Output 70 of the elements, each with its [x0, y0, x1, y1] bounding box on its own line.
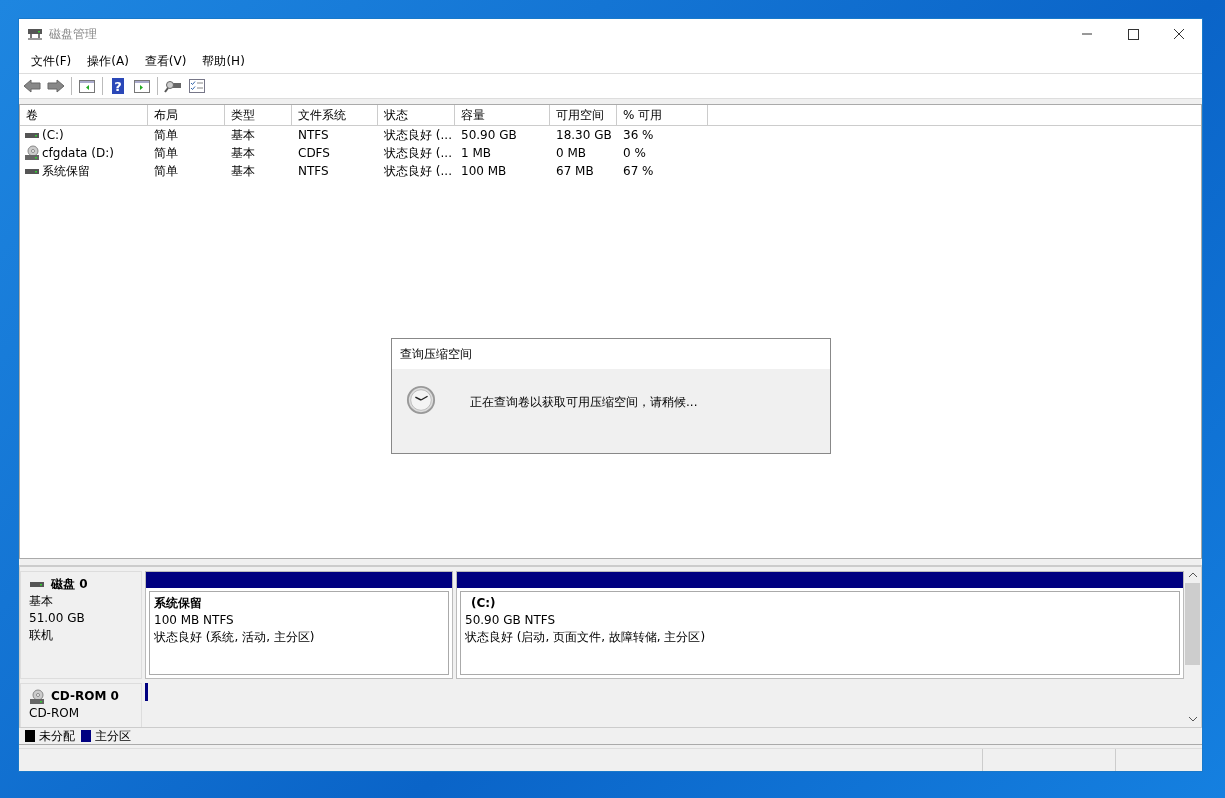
volume-name[interactable]: (C:) — [42, 128, 64, 142]
menu-item[interactable]: 文件(F) — [23, 50, 80, 72]
partition-status: 状态良好 (启动, 页面文件, 故障转储, 主分区) — [465, 629, 707, 646]
table-cell: 简单 — [154, 126, 178, 144]
menu-item[interactable]: 查看(V) — [136, 50, 195, 72]
partition-name: (C:) — [470, 595, 497, 612]
connect-icon[interactable] — [164, 78, 182, 94]
column-header[interactable]: 容量 — [455, 105, 550, 125]
column-header[interactable]: 布局 — [148, 105, 225, 125]
column-header[interactable]: 状态 — [378, 105, 455, 125]
legend-label: 主分区 — [95, 727, 131, 745]
drive-icon — [25, 132, 39, 138]
volume-name[interactable]: cfgdata (D:) — [42, 146, 114, 160]
table-cell: 基本 — [231, 144, 255, 162]
partition-size: 100 MB NTFS — [154, 612, 235, 629]
drive-icon — [30, 582, 44, 587]
dialog-title: 查询压缩空间 — [392, 339, 830, 369]
table-cell: 状态良好 (... — [384, 144, 452, 162]
table-cell: 简单 — [154, 144, 178, 162]
legend-label: 未分配 — [39, 727, 75, 745]
column-header[interactable]: 类型 — [225, 105, 292, 125]
table-cell: 0 MB — [556, 146, 587, 160]
disk-info: 联机 — [29, 627, 54, 644]
panel-icon[interactable] — [78, 78, 96, 94]
cd-drive-icon — [24, 145, 40, 161]
partition-name: 系统保留 — [154, 595, 203, 612]
disk-drive-icon — [27, 26, 43, 42]
checklist-icon[interactable] — [188, 78, 206, 94]
table-cell: NTFS — [298, 128, 329, 142]
table-cell: 状态良好 (... — [384, 126, 452, 144]
menu-item[interactable]: 操作(A) — [79, 50, 137, 72]
panel-icon[interactable] — [133, 78, 151, 94]
table-cell: 0 % — [623, 146, 646, 160]
dialog-message: 正在查询卷以获取可用压缩空间，请稍候... — [470, 394, 698, 411]
table-cell: 状态良好 (... — [384, 162, 452, 180]
table-cell: 50.90 GB — [461, 128, 517, 142]
table-cell: 36 % — [623, 128, 654, 142]
table-cell: 基本 — [231, 126, 255, 144]
disk-name: CD-ROM 0 — [51, 688, 119, 705]
disk-info: CD-ROM — [29, 705, 81, 722]
table-cell: NTFS — [298, 164, 329, 178]
cd-drive-icon — [29, 688, 45, 705]
table-cell: 简单 — [154, 162, 178, 180]
column-header[interactable]: 文件系统 — [292, 105, 378, 125]
table-cell: 100 MB — [461, 164, 507, 178]
table-cell: 基本 — [231, 162, 255, 180]
table-cell: 67 MB — [556, 164, 594, 178]
help-icon[interactable]: ? — [109, 78, 127, 94]
column-header[interactable]: 可用空间 — [550, 105, 617, 125]
column-header[interactable]: % 可用 — [617, 105, 708, 125]
disk-info: 51.00 GB — [29, 610, 86, 627]
partition-status: 状态良好 (系统, 活动, 主分区) — [154, 629, 316, 646]
table-cell: CDFS — [298, 146, 330, 160]
column-header[interactable]: 卷 — [20, 105, 148, 125]
clock-icon — [406, 385, 436, 415]
table-cell: 18.30 GB — [556, 128, 612, 142]
menu-item[interactable]: 帮助(H) — [194, 50, 253, 72]
table-cell: 67 % — [623, 164, 654, 178]
forward-arrow-icon[interactable] — [47, 78, 65, 94]
partition-header-bar — [145, 683, 148, 701]
drive-icon — [25, 168, 39, 174]
back-arrow-icon[interactable] — [23, 78, 41, 94]
volume-name[interactable]: 系统保留 — [42, 162, 90, 180]
disk-info: 基本 — [29, 593, 54, 610]
partition-block[interactable]: (C:) 50.90 GB NTFS 状态良好 (启动, 页面文件, 故障转储, 主分区) — [456, 571, 1184, 679]
table-cell: 1 MB — [461, 146, 492, 160]
partition-block[interactable]: 系统保留 100 MB NTFS 状态良好 (系统, 活动, 主分区) — [145, 571, 453, 679]
window-title: 磁盘管理 — [49, 25, 97, 43]
disk-name: 磁盘 0 — [51, 576, 88, 593]
partition-size: 50.90 GB NTFS — [465, 612, 557, 629]
